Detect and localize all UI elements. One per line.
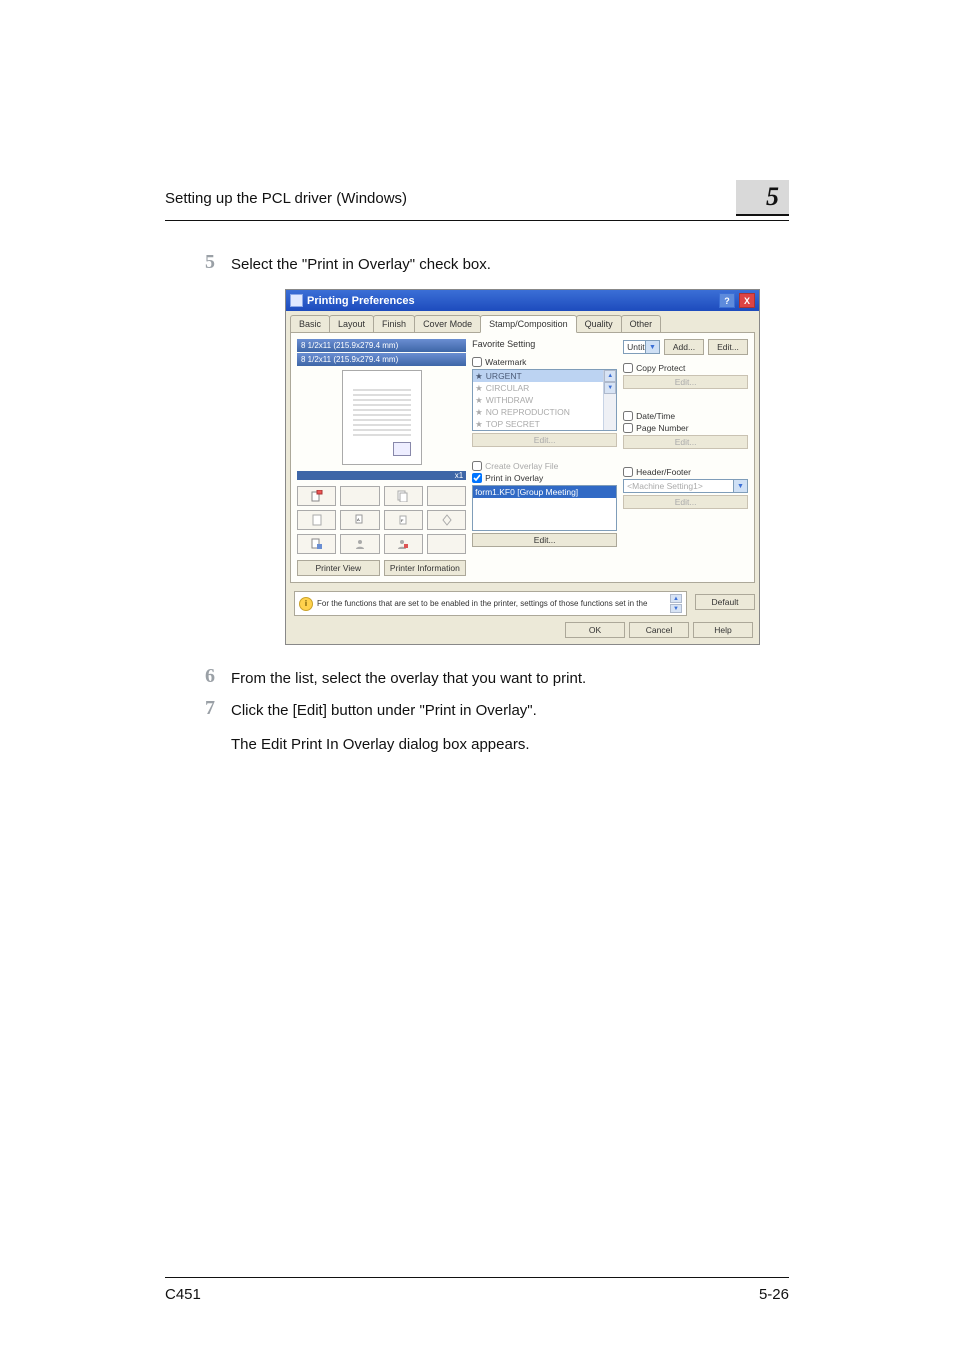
watermark-checkbox[interactable] (472, 357, 482, 367)
grid-icon-pages[interactable] (384, 486, 423, 506)
grid-icon-orientation[interactable] (297, 486, 336, 506)
tab-stamp-composition[interactable]: Stamp/Composition (480, 315, 577, 333)
tab-layout[interactable]: Layout (329, 315, 374, 332)
favorite-combo[interactable]: Untitled▼ (623, 340, 660, 354)
feature-icon-grid: A F (297, 486, 466, 554)
dialog-titlebar: Printing Preferences ? X (286, 290, 759, 311)
pagenumber-checkbox[interactable] (623, 423, 633, 433)
datetime-edit-button[interactable]: Edit... (623, 435, 748, 449)
grid-icon-user[interactable] (340, 534, 379, 554)
overlay-list[interactable]: form1.KF0 [Group Meeting] (472, 485, 617, 531)
tab-other[interactable]: Other (621, 315, 662, 332)
step-text-line2: The Edit Print In Overlay dialog box app… (231, 733, 537, 757)
copy-protect-checkbox[interactable] (623, 363, 633, 373)
print-in-overlay-label: Print in Overlay (485, 473, 543, 483)
page-header: Setting up the PCL driver (Windows) 5 (165, 180, 789, 221)
footer-page: 5-26 (759, 1286, 789, 1303)
watermark-item-withdraw[interactable]: WITHDRAW (486, 395, 533, 405)
grid-icon-4[interactable] (427, 486, 466, 506)
grid-icon-8[interactable] (427, 510, 466, 530)
step-text-line1: Click the [Edit] button under "Print in … (231, 699, 537, 723)
datetime-checkbox[interactable] (623, 411, 633, 421)
grid-icon-7[interactable]: F (384, 510, 423, 530)
ok-button[interactable]: OK (565, 622, 625, 638)
watermark-item-noreproduction[interactable]: NO REPRODUCTION (486, 407, 570, 417)
watermark-label: Watermark (485, 357, 526, 367)
tab-cover-mode[interactable]: Cover Mode (414, 315, 481, 332)
printer-information-button[interactable]: Printer Information (384, 560, 467, 576)
hint-scrollbar[interactable]: ▲▼ (670, 594, 682, 613)
step-text: Select the "Print in Overlay" check box. (231, 251, 491, 277)
paper-size-top: 8 1/2x11 (215.9x279.4 mm) (297, 339, 466, 352)
favorite-add-button[interactable]: Add... (664, 339, 704, 355)
dialog-buttons: OK Cancel Help (286, 616, 759, 644)
favorite-edit-button[interactable]: Edit... (708, 339, 748, 355)
zoom-indicator: x1 (297, 471, 466, 480)
page-footer: C451 5-26 (165, 1277, 789, 1303)
step-text: From the list, select the overlay that y… (231, 665, 586, 691)
overlay-item-selected[interactable]: form1.KF0 [Group Meeting] (473, 486, 616, 498)
watermark-item-urgent[interactable]: URGENT (486, 371, 522, 381)
printer-view-button[interactable]: Printer View (297, 560, 380, 576)
chapter-badge: 5 (736, 180, 789, 216)
dialog-title: Printing Preferences (307, 295, 415, 307)
step-6: 6 From the list, select the overlay that… (165, 665, 789, 691)
grid-icon-2[interactable] (340, 486, 379, 506)
grid-icon-lock[interactable] (384, 534, 423, 554)
watermark-scrollbar[interactable]: ▲▼ (603, 370, 616, 430)
create-overlay-label: Create Overlay File (485, 461, 558, 471)
header-footer-checkbox[interactable] (623, 467, 633, 477)
footer-model: C451 (165, 1286, 201, 1303)
printing-preferences-dialog: Printing Preferences ? X Basic Layout Fi… (285, 289, 760, 645)
datetime-label: Date/Time (636, 411, 675, 421)
info-icon: i (299, 597, 313, 611)
dialog-help-button[interactable]: Help (693, 622, 753, 638)
tab-basic[interactable]: Basic (290, 315, 330, 332)
chevron-down-icon[interactable]: ▼ (733, 480, 747, 492)
cancel-button[interactable]: Cancel (629, 622, 689, 638)
step-number: 5 (165, 251, 215, 277)
printer-icon (290, 294, 303, 307)
tabs-row: Basic Layout Finish Cover Mode Stamp/Com… (286, 311, 759, 332)
grid-icon-12[interactable] (427, 534, 466, 554)
paper-size-bottom: 8 1/2x11 (215.9x279.4 mm) (297, 353, 466, 366)
hint-box: i For the functions that are set to be e… (294, 591, 687, 616)
header-footer-label: Header/Footer (636, 467, 691, 477)
watermark-edit-button[interactable]: Edit... (472, 433, 617, 447)
watermark-list[interactable]: ★URGENT ★CIRCULAR ★WITHDRAW ★NO REPRODUC… (472, 369, 617, 431)
tab-quality[interactable]: Quality (576, 315, 622, 332)
header-footer-edit-button[interactable]: Edit... (623, 495, 748, 509)
svg-text:A: A (357, 517, 360, 522)
hint-text: For the functions that are set to be ena… (317, 599, 666, 608)
section-title: Setting up the PCL driver (Windows) (165, 190, 407, 207)
favorite-setting-label: Favorite Setting (472, 339, 535, 349)
step-number: 6 (165, 665, 215, 691)
close-icon[interactable]: X (739, 293, 755, 308)
chapter-number: 5 (766, 182, 779, 211)
help-icon[interactable]: ? (719, 293, 735, 308)
grid-icon-5[interactable] (297, 510, 336, 530)
chevron-down-icon[interactable]: ▼ (645, 341, 659, 353)
overlay-edit-button[interactable]: Edit... (472, 533, 617, 547)
watermark-item-circular[interactable]: CIRCULAR (486, 383, 529, 393)
header-footer-combo[interactable]: <Machine Setting1>▼ (623, 479, 748, 493)
copy-protect-label: Copy Protect (636, 363, 685, 373)
step-number: 7 (165, 697, 215, 757)
copy-protect-edit-button[interactable]: Edit... (623, 375, 748, 389)
page-preview (342, 370, 422, 465)
tab-finish[interactable]: Finish (373, 315, 415, 332)
pagenumber-label: Page Number (636, 423, 688, 433)
grid-icon-6[interactable]: A (340, 510, 379, 530)
default-button[interactable]: Default (695, 594, 755, 610)
grid-icon-stamp[interactable] (297, 534, 336, 554)
step-7: 7 Click the [Edit] button under "Print i… (165, 697, 789, 757)
print-in-overlay-checkbox[interactable] (472, 473, 482, 483)
tab-panel: 8 1/2x11 (215.9x279.4 mm) 8 1/2x11 (215.… (290, 332, 755, 583)
step-5: 5 Select the "Print in Overlay" check bo… (165, 251, 789, 277)
create-overlay-checkbox[interactable] (472, 461, 482, 471)
watermark-item-topsecret[interactable]: TOP SECRET (486, 419, 540, 429)
